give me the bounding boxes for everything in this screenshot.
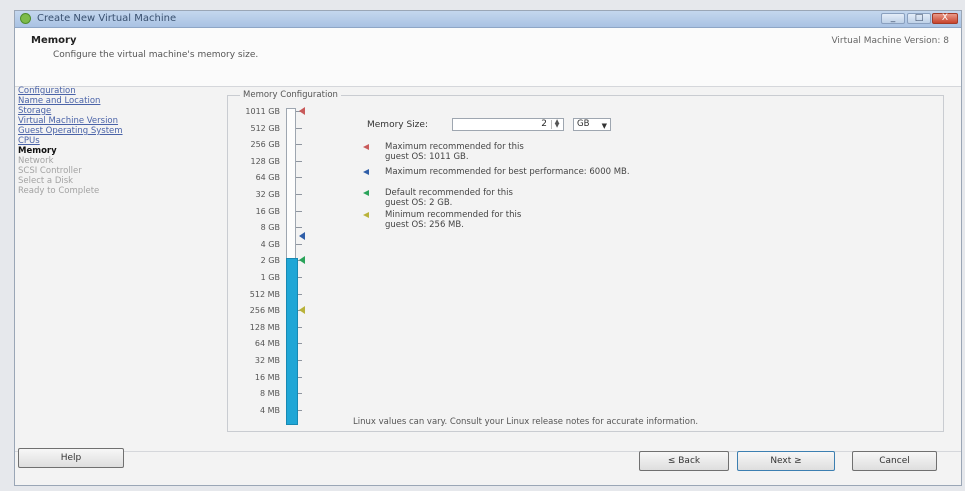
recommendation-marker-icon (299, 306, 305, 315)
scale-label: 512 MB (249, 289, 280, 299)
scale-label: 16 GB (255, 206, 280, 216)
legend-marker-icon (363, 212, 369, 218)
scale-tick (296, 227, 302, 229)
cancel-button[interactable]: Cancel (852, 451, 937, 471)
minimize-button[interactable]: _ (881, 13, 905, 24)
slider-track[interactable] (286, 108, 298, 425)
scale-tick (296, 144, 302, 146)
legend-text-line: guest OS: 256 MB. (385, 220, 464, 230)
page-title: Memory (31, 35, 77, 46)
recommendation-marker-icon (299, 256, 305, 265)
legend-text-line: Default recommended for this (385, 188, 513, 198)
recommendation-marker-icon (299, 232, 305, 241)
step-guest-operating-system[interactable]: Guest Operating System (18, 126, 223, 136)
linux-note: Linux values can vary. Consult your Linu… (353, 417, 699, 427)
scale-label: 32 MB (254, 356, 280, 365)
memory-unit-select[interactable]: GB ▼ (573, 118, 611, 131)
chevron-down-icon: ▼ (601, 122, 607, 130)
scale-tick (296, 210, 302, 212)
step-memory: Memory (18, 146, 57, 156)
memory-slider[interactable]: 1011 GB 512 GB 256 GB 128 GB 64 GB 32 GB 16 GB… (224, 105, 305, 425)
step-scsi-controller: SCSI Controller (18, 166, 82, 176)
step-storage[interactable]: Storage (18, 106, 223, 116)
legend-text-line: Maximum recommended for best performance… (385, 167, 630, 177)
memory-size-value: 2 (541, 119, 547, 129)
spinner-arrows-icon[interactable]: ▲ ▼ (551, 119, 562, 129)
app-icon (20, 13, 31, 24)
legend-marker-icon (363, 190, 369, 196)
scale-label: 8 MB (259, 389, 280, 399)
legend-text: Default recommended for this guest OS: 2 … (385, 188, 805, 208)
scale-label: 256 MB (249, 306, 280, 316)
title-bar[interactable]: Create New Virtual Machine _ □ X (15, 11, 961, 28)
memory-size-label: Memory Size: (367, 120, 428, 130)
legend-text-line: guest OS: 1011 GB. (385, 152, 469, 162)
scale-label: 32 GB (255, 190, 280, 199)
back-button[interactable]: ≤ Back (639, 451, 729, 471)
scale-label: 64 GB (255, 173, 280, 183)
legend-marker-icon (363, 144, 369, 150)
scale-label: 2 GB (260, 256, 280, 266)
wizard-steps: Configuration Name and Location Storage Vir… (18, 86, 223, 196)
step-virtual-machine-version[interactable]: Virtual Machine Version (18, 116, 223, 126)
scale-tick (296, 127, 302, 129)
legend-text: Minimum recommended for this guest OS: 25… (385, 210, 805, 230)
legend-text-line: guest OS: 2 GB. (385, 198, 453, 208)
legend-text: Maximum recommended for best performance… (385, 167, 805, 177)
scale-label: 8 GB (260, 223, 280, 233)
step-select-a-disk: Select a Disk (18, 176, 74, 186)
help-button[interactable]: Help (18, 448, 124, 468)
step-configuration[interactable]: Configuration (18, 86, 223, 96)
close-button[interactable]: X (932, 13, 958, 24)
scale-label: 16 MB (254, 372, 280, 382)
group-label: Memory Configuration (240, 90, 341, 100)
scale-label: 4 MB (259, 405, 280, 415)
scale-tick (296, 177, 302, 179)
scale-tick (296, 160, 302, 162)
next-button[interactable]: Next ≥ (737, 451, 835, 471)
scale-label: 128 MB (249, 322, 280, 332)
window-title: Create New Virtual Machine (37, 13, 177, 24)
legend-text: Maximum recommended for this guest OS: 10… (385, 142, 805, 162)
scale-label: 128 GB (250, 156, 281, 166)
legend-text-line: Minimum recommended for this (385, 210, 522, 220)
scale-label: 1011 GB (245, 107, 280, 116)
wizard-header: Memory Configure the virtual machine's m… (15, 28, 961, 87)
page-subtitle: Configure the virtual machine's memory s… (53, 50, 259, 60)
scale-label: 64 MB (254, 339, 280, 349)
legend-marker-icon (363, 169, 369, 175)
memory-size-input[interactable]: 2 ▲ ▼ (452, 118, 564, 131)
scale-label: 1 GB (260, 273, 280, 282)
legend-text-line: Maximum recommended for this (385, 142, 524, 152)
slider-fill[interactable] (286, 258, 298, 425)
recommendation-marker-icon (299, 107, 305, 115)
step-cpus[interactable]: CPUs (18, 136, 223, 146)
step-network: Network (18, 156, 54, 166)
vm-version-label: Virtual Machine Version: 8 (831, 36, 949, 46)
step-ready-to-complete: Ready to Complete (18, 186, 100, 196)
scale-label: 512 GB (250, 123, 281, 133)
maximize-button[interactable]: □ (907, 13, 931, 24)
scale-label: 4 GB (260, 239, 280, 249)
step-name-and-location[interactable]: Name and Location (18, 96, 223, 106)
memory-unit-value: GB (577, 119, 590, 129)
scale-tick (296, 243, 302, 245)
scale-tick (296, 194, 302, 195)
scale-label: 256 GB (250, 140, 281, 150)
